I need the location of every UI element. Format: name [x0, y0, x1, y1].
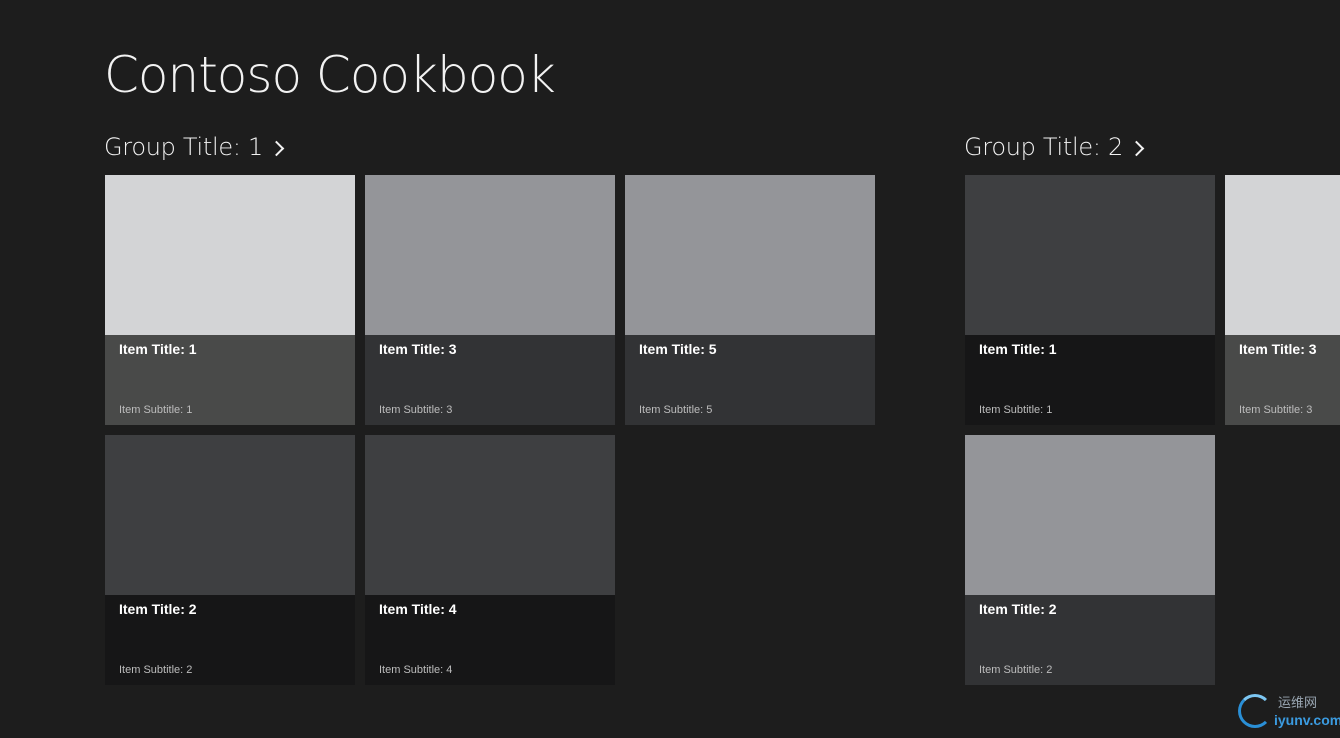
group-header-1[interactable]: Group Title: 1: [104, 128, 285, 166]
item-image: [105, 175, 355, 335]
item-subtitle: Item Subtitle: 2: [119, 664, 193, 676]
item-image: [965, 175, 1215, 335]
item-tile[interactable]: Item Title: 3 Item Subtitle: 3: [365, 175, 615, 425]
item-title: Item Title: 1: [119, 341, 197, 357]
item-tile[interactable]: Item Title: 1 Item Subtitle: 1: [965, 175, 1215, 425]
watermark-text: 运维网: [1278, 696, 1318, 711]
item-image: [1225, 175, 1340, 335]
item-tile[interactable]: Item Title: 2 Item Subtitle: 2: [105, 435, 355, 685]
chevron-right-icon: [1128, 140, 1145, 156]
group-title: Group Title: 2: [964, 133, 1123, 161]
item-title: Item Title: 2: [979, 601, 1057, 617]
watermark: 运维网 iyunv.com: [1236, 690, 1340, 734]
item-title: Item Title: 1: [979, 341, 1057, 357]
item-subtitle: Item Subtitle: 3: [379, 404, 453, 416]
item-tile[interactable]: Item Title: 4 Item Subtitle: 4: [365, 435, 615, 685]
item-subtitle: Item Subtitle: 1: [979, 404, 1053, 416]
chevron-right-icon: [268, 140, 285, 156]
item-tile[interactable]: Item Title: 3 Item Subtitle: 3: [1225, 175, 1340, 425]
item-subtitle: Item Subtitle: 2: [979, 664, 1053, 676]
item-title: Item Title: 2: [119, 601, 197, 617]
group-1: Group Title: 1: [104, 128, 285, 166]
item-subtitle: Item Subtitle: 5: [639, 404, 713, 416]
item-title: Item Title: 5: [639, 341, 717, 357]
item-tile[interactable]: Item Title: 1 Item Subtitle: 1: [105, 175, 355, 425]
app-window: Contoso Cookbook Group Title: 1 Item Tit…: [0, 0, 1340, 738]
item-title: Item Title: 3: [379, 341, 457, 357]
item-image: [365, 435, 615, 595]
item-subtitle: Item Subtitle: 1: [119, 404, 193, 416]
group-header-2[interactable]: Group Title: 2: [964, 128, 1145, 166]
watermark-logo-icon: [1238, 694, 1272, 728]
item-image: [965, 435, 1215, 595]
item-subtitle: Item Subtitle: 4: [379, 664, 453, 676]
item-tile[interactable]: Item Title: 5 Item Subtitle: 5: [625, 175, 875, 425]
group-title: Group Title: 1: [104, 133, 263, 161]
page-title: Contoso Cookbook: [104, 46, 556, 104]
group-2: Group Title: 2: [964, 128, 1145, 166]
item-title: Item Title: 4: [379, 601, 457, 617]
item-image: [105, 435, 355, 595]
item-image: [625, 175, 875, 335]
item-image: [365, 175, 615, 335]
item-subtitle: Item Subtitle: 3: [1239, 404, 1313, 416]
item-title: Item Title: 3: [1239, 341, 1317, 357]
item-tile[interactable]: Item Title: 2 Item Subtitle: 2: [965, 435, 1215, 685]
watermark-domain: iyunv.com: [1274, 712, 1340, 728]
